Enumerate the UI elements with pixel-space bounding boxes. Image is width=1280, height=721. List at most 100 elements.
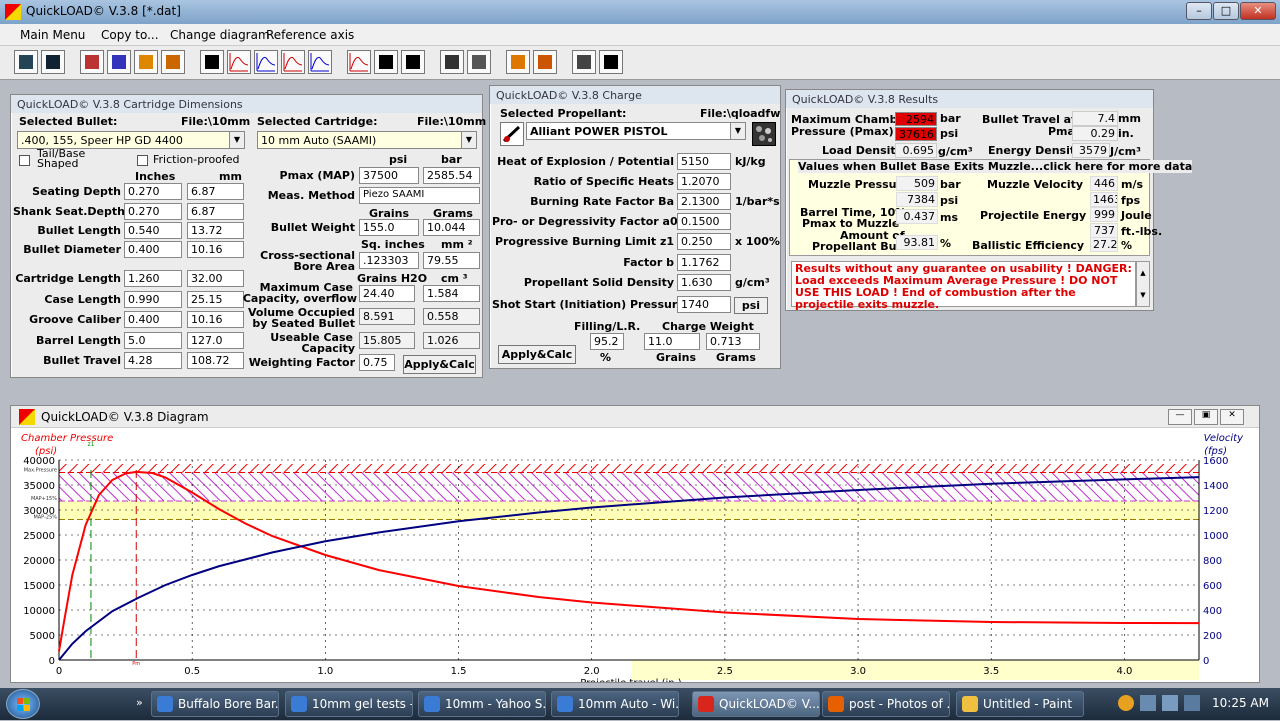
taskbar-item[interactable]: post - Photos of ... <box>822 691 950 717</box>
chart-velocity-icon-button[interactable] <box>254 50 278 74</box>
charge-param-input[interactable]: 0.1500 <box>677 213 731 230</box>
charge-param-input[interactable]: 1.2070 <box>677 173 731 190</box>
start-button[interactable] <box>6 689 40 719</box>
tail-base-checkbox[interactable] <box>19 155 30 166</box>
bore-area-in[interactable]: .123303 <box>359 252 419 269</box>
action-center-icon[interactable] <box>1184 695 1200 711</box>
dim-inches-input[interactable]: 0.270 <box>124 203 182 220</box>
propellant-select[interactable]: Alliant POWER PISTOL ▼ <box>526 122 746 140</box>
charge-weight-grains[interactable]: 11.0 <box>644 333 700 350</box>
dim-inches-input[interactable]: 0.400 <box>124 311 182 328</box>
chevron-down-icon: ▼ <box>229 132 244 148</box>
report-icon-button[interactable] <box>374 50 398 74</box>
printer-icon-button[interactable] <box>572 50 596 74</box>
barrel-icon-button[interactable] <box>467 50 491 74</box>
charge-apply-calc-button[interactable]: Apply&Calc <box>498 345 576 364</box>
charge-param-input[interactable]: 1.1762 <box>677 254 731 271</box>
grams-unit: Grams <box>716 351 756 364</box>
minimize-button[interactable]: — <box>1168 409 1192 425</box>
save-icon-button[interactable] <box>41 50 65 74</box>
charge-param-input[interactable]: 0.250 <box>677 233 731 250</box>
minimize-button[interactable]: – <box>1186 2 1212 20</box>
charge-param-input[interactable]: 5150 <box>677 153 731 170</box>
dim-mm-input[interactable]: 6.87 <box>187 203 244 220</box>
pmax-psi-input[interactable]: 37500 <box>359 167 419 184</box>
dim-mm-input[interactable]: 25.15 <box>187 291 244 308</box>
dim-mm-input[interactable]: 6.87 <box>187 183 244 200</box>
open-icon-button[interactable] <box>14 50 38 74</box>
clock[interactable]: 10:25 AM <box>1212 696 1269 710</box>
bullet-weight-grams[interactable]: 10.044 <box>423 219 480 236</box>
chart-energy-icon-button[interactable] <box>308 50 332 74</box>
taskbar-item[interactable]: Buffalo Bore Bar... <box>151 691 279 717</box>
propellant-icon-button[interactable] <box>134 50 158 74</box>
panel-title: QuickLOAD© V.3.8 Charge <box>490 86 780 104</box>
tray-app-icon[interactable] <box>1118 695 1134 711</box>
muzzle-section-header[interactable]: Values when Bullet Base Exits Muzzle...c… <box>798 160 1193 173</box>
quick-launch-chevron-icon[interactable]: » <box>136 696 143 709</box>
dim-mm-input[interactable]: 13.72 <box>187 222 244 239</box>
cartridge-select[interactable]: 10 mm Auto (SAAMI) ▼ <box>257 131 477 149</box>
table-icon-button[interactable] <box>200 50 224 74</box>
psi-unit-button[interactable]: psi <box>734 297 768 314</box>
meas-method-field[interactable]: Piezo SAAMI <box>359 187 480 204</box>
menu-main[interactable]: Main Menu <box>20 28 85 42</box>
dim-inches-input[interactable]: 0.990 <box>124 291 182 308</box>
maximize-button[interactable]: □ <box>1213 2 1239 20</box>
dim-inches-input[interactable]: 0.400 <box>124 241 182 258</box>
weighting-factor-input[interactable]: 0.75 <box>359 354 395 371</box>
pmax-bar-input[interactable]: 2585.54 <box>423 167 480 184</box>
bullet-db-icon-button[interactable] <box>80 50 104 74</box>
dim-inches-input[interactable]: 5.0 <box>124 332 182 349</box>
pistol-icon-button[interactable] <box>599 50 623 74</box>
close-button[interactable]: ✕ <box>1240 2 1276 20</box>
charge-weight-grams[interactable]: 0.713 <box>706 333 760 350</box>
menu-reference-axis[interactable]: Reference axis <box>266 28 354 42</box>
bars-icon-button[interactable] <box>533 50 557 74</box>
cartridge-icon-button[interactable] <box>107 50 131 74</box>
quickload-app-icon <box>5 4 21 20</box>
charge-param-input[interactable]: 1740 <box>677 296 731 313</box>
dim-inches-input[interactable]: 1.260 <box>124 270 182 287</box>
propellant-file-label: File:\qloadfw <box>700 107 781 120</box>
friction-checkbox[interactable] <box>137 155 148 166</box>
warning-scrollbar[interactable]: ▲ ▼ <box>1136 261 1150 307</box>
calc-icon-button[interactable] <box>440 50 464 74</box>
chart-burn-icon-button[interactable] <box>281 50 305 74</box>
menu-copy-to[interactable]: Copy to... <box>101 28 159 42</box>
fps-unit: fps <box>1121 194 1141 207</box>
propellant-db-icon[interactable] <box>500 122 524 146</box>
muzzle-values-box[interactable]: Values when Bullet Base Exits Muzzle...c… <box>789 159 1193 256</box>
cartridge-value: 10 mm Auto (SAAMI) <box>261 134 377 147</box>
cart-apply-calc-button[interactable]: Apply&Calc <box>403 355 476 374</box>
chart-pressure-icon-button[interactable] <box>227 50 251 74</box>
list-icon-button[interactable] <box>401 50 425 74</box>
dim-mm-input[interactable]: 10.16 <box>187 311 244 328</box>
taskbar-item[interactable]: 10mm - Yahoo S... <box>418 691 546 717</box>
chart-pressure-icon <box>229 53 249 72</box>
chart-both-icon-button[interactable] <box>347 50 371 74</box>
taskbar-item[interactable]: QuickLOAD© V.... <box>692 691 820 717</box>
dim-mm-input[interactable]: 32.00 <box>187 270 244 287</box>
charge-param-input[interactable]: 1.630 <box>677 274 731 291</box>
max-capacity-grains[interactable]: 24.40 <box>359 285 415 302</box>
dim-mm-input[interactable]: 127.0 <box>187 332 244 349</box>
flame-icon-button[interactable] <box>506 50 530 74</box>
maximize-button[interactable]: ▣ <box>1194 409 1218 425</box>
menu-change-diagram[interactable]: Change diagram <box>170 28 270 42</box>
firearm-icon-button[interactable] <box>161 50 185 74</box>
charge-param-input[interactable]: 2.1300 <box>677 193 731 210</box>
taskbar-item[interactable]: 10mm gel tests - ... <box>285 691 413 717</box>
volume-icon[interactable] <box>1162 695 1178 711</box>
powder-grain-icon[interactable] <box>752 122 776 146</box>
max-capacity-cm3[interactable]: 1.584 <box>423 285 480 302</box>
network-icon[interactable] <box>1140 695 1156 711</box>
dim-inches-input[interactable]: 0.270 <box>124 183 182 200</box>
bullet-weight-grains[interactable]: 155.0 <box>359 219 419 236</box>
taskbar-item[interactable]: 10mm Auto - Wi... <box>551 691 679 717</box>
dim-mm-input[interactable]: 10.16 <box>187 241 244 258</box>
dim-inches-input[interactable]: 0.540 <box>124 222 182 239</box>
close-button[interactable]: ✕ <box>1220 409 1244 425</box>
bore-area-mm[interactable]: 79.55 <box>423 252 480 269</box>
taskbar-item[interactable]: Untitled - Paint <box>956 691 1084 717</box>
